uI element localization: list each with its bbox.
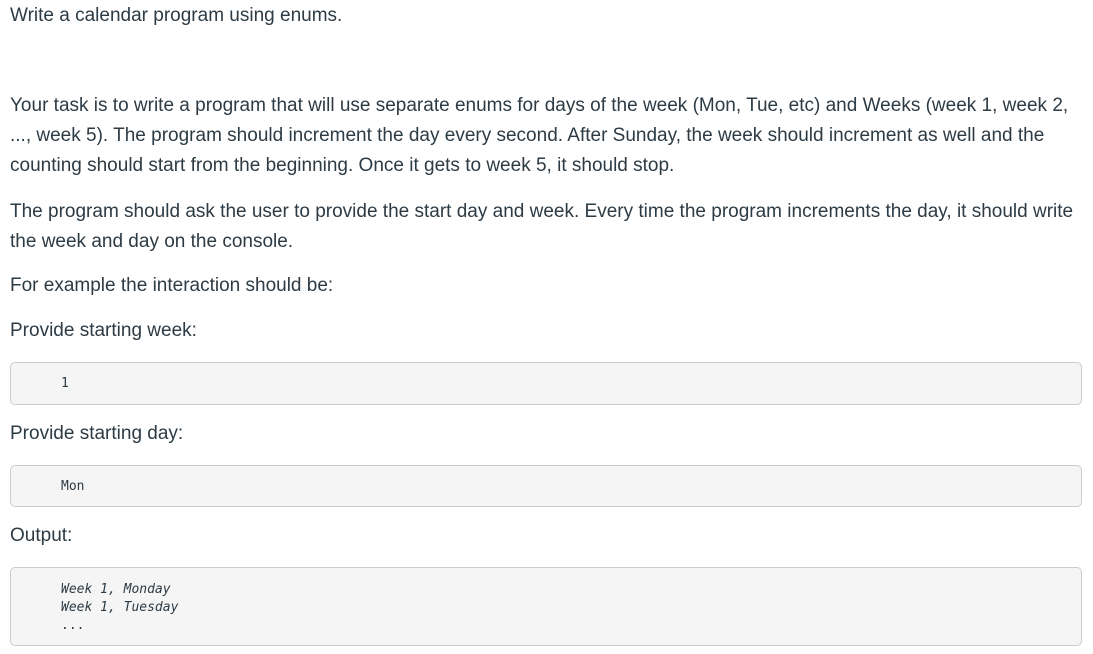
output-code-block: Week 1, Monday Week 1, Tuesday ... (10, 567, 1082, 646)
prompt-day-label: Provide starting day: (10, 423, 184, 444)
week-code-block: 1 (10, 362, 1082, 405)
output-ellipsis: ... (61, 618, 85, 633)
ask-paragraph: The program should ask the user to provi… (10, 201, 1074, 252)
day-code-block: Mon (10, 465, 1082, 507)
assignment-title: Write a calendar program using enums. (10, 5, 343, 26)
example-intro: For example the interaction should be: (10, 275, 334, 296)
task-paragraph: Your task is to write a program that wil… (10, 95, 1069, 176)
prompt-week-label: Provide starting week: (10, 320, 197, 341)
output-label: Output: (10, 525, 73, 546)
output-line: Week 1, Tuesday (61, 600, 179, 615)
output-line: Week 1, Monday (61, 582, 171, 597)
day-value: Mon (61, 479, 85, 494)
week-value: 1 (61, 376, 69, 391)
